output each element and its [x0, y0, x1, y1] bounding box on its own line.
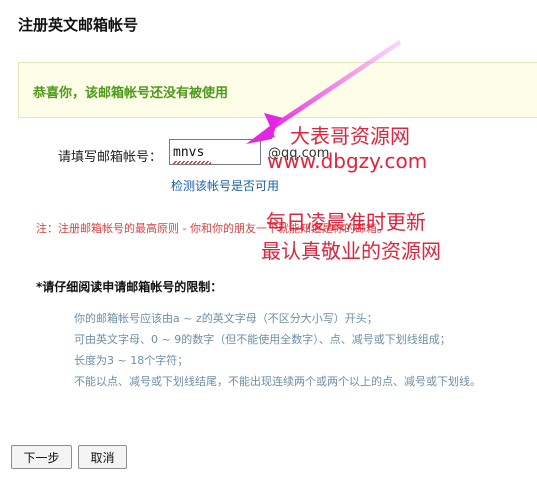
- annotation-arrow-icon: [246, 40, 401, 144]
